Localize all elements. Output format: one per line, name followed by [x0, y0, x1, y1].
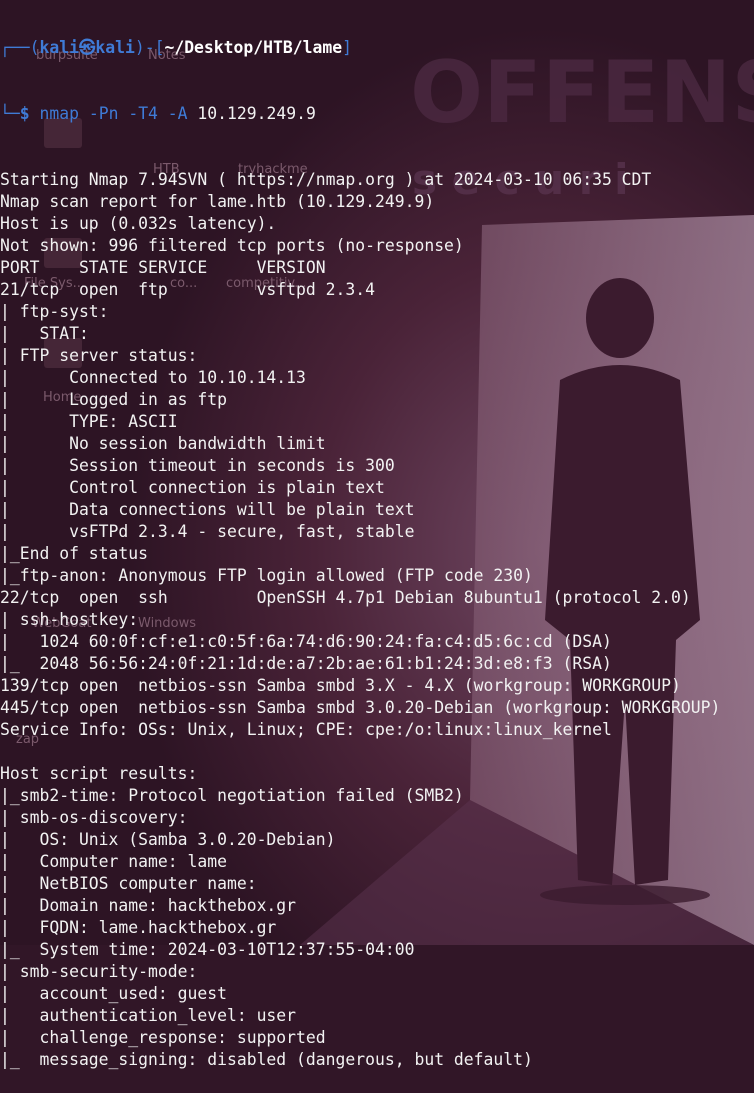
- prompt-box-open: ┌──(: [0, 38, 40, 57]
- output-line: | OS: Unix (Samba 3.0.20-Debian): [0, 830, 336, 849]
- output-line: 21/tcp open ftp vsftpd 2.3.4: [0, 280, 375, 299]
- output-line: | authentication_level: user: [0, 1006, 297, 1025]
- output-line: |_ 2048 56:56:24:0f:21:1d:de:a7:2b:ae:61…: [0, 654, 612, 673]
- prompt-corner: └─: [0, 104, 20, 123]
- command-args: -Pn -T4 -A: [78, 104, 188, 123]
- output-line: 139/tcp open netbios-ssn Samba smbd 3.X …: [0, 676, 681, 695]
- output-line: | STAT:: [0, 324, 89, 343]
- output-line: | Connected to 10.10.14.13: [0, 368, 306, 387]
- output-line: | NetBIOS computer name:: [0, 874, 257, 893]
- prompt-at-symbol: ㉿: [78, 38, 96, 57]
- output-line: Host is up (0.032s latency).: [0, 214, 277, 233]
- prompt-line-1: ┌──(kali㉿kali)-[~/Desktop/HTB/lame]: [0, 37, 754, 59]
- command-target: 10.129.249.9: [187, 104, 316, 123]
- output-line: Not shown: 996 filtered tcp ports (no-re…: [0, 236, 464, 255]
- prompt-host: kali: [95, 38, 135, 57]
- output-line: | vsFTPd 2.3.4 - secure, fast, stable: [0, 522, 415, 541]
- output-line: |_smb2-time: Protocol negotiation failed…: [0, 786, 464, 805]
- output-line: | FTP server status:: [0, 346, 198, 365]
- command-name: nmap: [39, 104, 79, 123]
- output-line: | account_used: guest: [0, 984, 227, 1003]
- output-line: Nmap scan report for lame.htb (10.129.24…: [0, 192, 435, 211]
- output-line: | smb-security-mode:: [0, 962, 198, 981]
- prompt-cwd: ~/Desktop/HTB/lame: [164, 38, 343, 57]
- output-line: Starting Nmap 7.94SVN ( https://nmap.org…: [0, 170, 652, 189]
- output-line: | Computer name: lame: [0, 852, 227, 871]
- prompt-box-close: ]: [342, 38, 352, 57]
- output-line: PORT STATE SERVICE VERSION: [0, 258, 326, 277]
- output-line: |_End of status: [0, 544, 149, 563]
- output-line: Service Info: OSs: Unix, Linux; CPE: cpe…: [0, 720, 612, 739]
- output-line: Host script results:: [0, 764, 198, 783]
- output-line: | Session timeout in seconds is 300: [0, 456, 395, 475]
- output-line: |_ message_signing: disabled (dangerous,…: [0, 1050, 533, 1069]
- output-line: | challenge_response: supported: [0, 1028, 326, 1047]
- output-line: | Domain name: hackthebox.gr: [0, 896, 297, 915]
- prompt-sign: $: [19, 104, 40, 123]
- terminal-output[interactable]: ┌──(kali㉿kali)-[~/Desktop/HTB/lame] └─$ …: [0, 0, 754, 1093]
- output-line: | No session bandwidth limit: [0, 434, 326, 453]
- output-line: | ftp-syst:: [0, 302, 109, 321]
- output-line: | Data connections will be plain text: [0, 500, 415, 519]
- output-line: | 1024 60:0f:cf:e1:c0:5f:6a:74:d6:90:24:…: [0, 632, 612, 651]
- nmap-output: Starting Nmap 7.94SVN ( https://nmap.org…: [0, 169, 754, 1071]
- output-line: 22/tcp open ssh OpenSSH 4.7p1 Debian 8ub…: [0, 588, 691, 607]
- output-line: | TYPE: ASCII: [0, 412, 178, 431]
- prompt-user: kali: [39, 38, 79, 57]
- output-line: | ssh-hostkey:: [0, 610, 139, 629]
- output-line: | FQDN: lame.hackthebox.gr: [0, 918, 277, 937]
- output-line: |_ftp-anon: Anonymous FTP login allowed …: [0, 566, 533, 585]
- output-line: | Control connection is plain text: [0, 478, 385, 497]
- output-line: |_ System time: 2024-03-10T12:37:55-04:0…: [0, 940, 415, 959]
- prompt-separator: )-[: [134, 38, 165, 57]
- output-line: | smb-os-discovery:: [0, 808, 188, 827]
- prompt-line-2: └─$ nmap -Pn -T4 -A 10.129.249.9: [0, 103, 754, 125]
- output-line: 445/tcp open netbios-ssn Samba smbd 3.0.…: [0, 698, 721, 717]
- output-line: | Logged in as ftp: [0, 390, 227, 409]
